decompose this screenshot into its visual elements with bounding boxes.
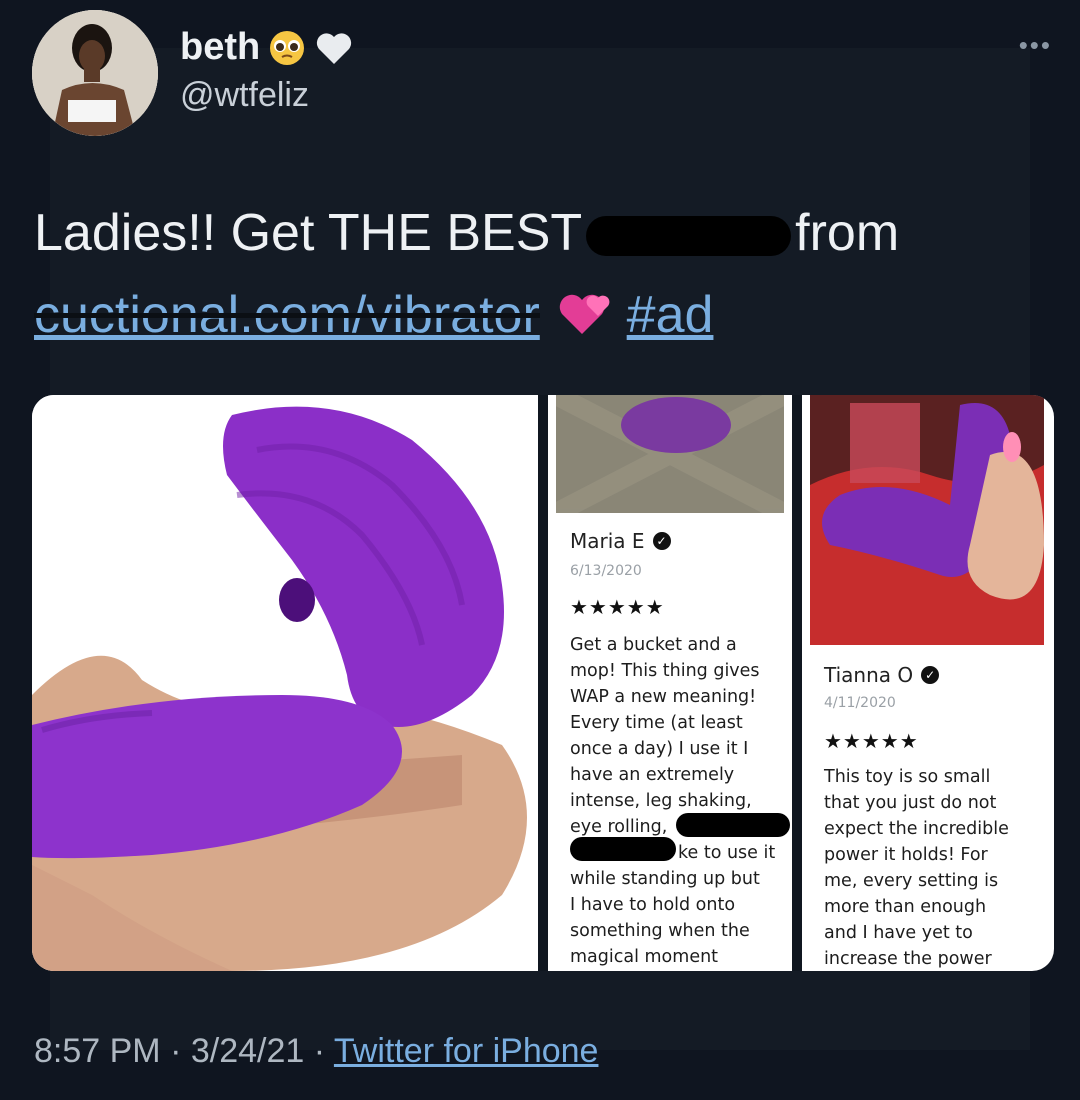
product-photo-svg bbox=[32, 395, 538, 971]
redaction-bar-review-1 bbox=[676, 813, 790, 837]
review-photo-1-svg bbox=[551, 395, 789, 522]
tweet-text-after-redaction: from bbox=[795, 204, 900, 262]
product-photo bbox=[32, 395, 538, 971]
review-1-line-2: mop! This thing gives bbox=[570, 661, 760, 681]
frame-border-top bbox=[0, 0, 1080, 48]
display-name[interactable]: beth bbox=[180, 26, 354, 69]
tweet-timestamp[interactable]: 8:57 PM · 3/24/21 bbox=[34, 1032, 304, 1070]
tweet-text: Ladies!! Get THE BEST from cuctional.com/… bbox=[34, 192, 1034, 356]
display-name-text: beth bbox=[180, 26, 261, 68]
review-photo-2-svg bbox=[810, 395, 1044, 645]
review-2-line-8: increase the power bbox=[824, 949, 992, 969]
review-text-1: Get a bucket and a mop! This thing gives… bbox=[570, 632, 785, 970]
review-1-line-10: while standing up but bbox=[570, 869, 760, 889]
review-date-2: 4/11/2020 bbox=[824, 695, 896, 711]
review-1-line-11: I have to hold onto bbox=[570, 895, 736, 915]
redaction-bar bbox=[586, 216, 792, 257]
tweet-text-start: Ladies!! Get THE BEST bbox=[34, 204, 583, 262]
pleading-face-emoji bbox=[270, 30, 305, 65]
two-hearts-emoji bbox=[560, 294, 610, 334]
tweet-media[interactable]: Maria E ✓ 6/13/2020 ★★★★★ Get a bucket a… bbox=[32, 395, 1054, 971]
avatar[interactable] bbox=[32, 10, 158, 136]
review-2-line-7: and I have yet to bbox=[824, 923, 973, 943]
review-2-line-5: me, every setting is bbox=[824, 871, 999, 891]
avatar-photo bbox=[32, 10, 158, 136]
footer-separator: · bbox=[313, 1032, 326, 1070]
reviewer-name-2-text: Tianna O bbox=[824, 663, 914, 687]
reviewer-name-1: Maria E ✓ bbox=[570, 529, 671, 553]
review-1-line-1: Get a bucket and a bbox=[570, 635, 737, 655]
review-card-2: Tianna O ✓ 4/11/2020 ★★★★★ This toy is s… bbox=[802, 395, 1054, 971]
review-2-line-4: power it holds! For bbox=[824, 845, 988, 865]
review-text-2: This toy is so small that you just do no… bbox=[824, 764, 1050, 971]
review-2-line-1: This toy is so small bbox=[824, 767, 991, 787]
verified-check-icon: ✓ bbox=[921, 666, 940, 684]
more-options-icon[interactable]: ••• bbox=[1019, 30, 1052, 61]
review-card-1: Maria E ✓ 6/13/2020 ★★★★★ Get a bucket a… bbox=[548, 395, 792, 971]
review-2-line-6: more than enough bbox=[824, 897, 987, 917]
star-rating-2: ★★★★★ bbox=[824, 731, 919, 753]
review-2-line-2: that you just do not bbox=[824, 793, 997, 813]
review-1-line-3: WAP a new meaning! bbox=[570, 687, 757, 707]
review-photo-1 bbox=[551, 395, 789, 522]
white-heart-emoji bbox=[317, 32, 352, 64]
reviewer-name-2: Tianna O ✓ bbox=[824, 663, 940, 687]
reviewer-name-1-text: Maria E bbox=[570, 529, 645, 553]
tweet-footer: 8:57 PM · 3/24/21 · Twitter for iPhone bbox=[34, 1032, 598, 1071]
review-1-line-7: intense, leg shaking, bbox=[570, 791, 752, 811]
verified-check-icon: ✓ bbox=[652, 532, 671, 550]
review-1-line-6: have an extremely bbox=[570, 765, 735, 785]
review-date-1: 6/13/2020 bbox=[570, 563, 642, 579]
review-1-line-4: Every time (at least bbox=[570, 713, 743, 733]
tweet-source[interactable]: Twitter for iPhone bbox=[334, 1032, 599, 1070]
hashtag-ad[interactable]: #ad bbox=[627, 286, 714, 344]
redaction-bar-review-2 bbox=[570, 837, 676, 861]
product-link[interactable]: cuctional.com/vibrator bbox=[34, 274, 540, 356]
review-photo-2 bbox=[810, 395, 1044, 645]
handle[interactable]: @wtfeliz bbox=[180, 76, 309, 115]
review-1-line-12: something when the bbox=[570, 921, 750, 941]
star-rating-1: ★★★★★ bbox=[570, 597, 665, 619]
review-1-line-13: magical moment bbox=[570, 947, 719, 967]
review-2-line-3: expect the incredible bbox=[824, 819, 1009, 839]
review-1-line-5: once a day) I use it I bbox=[570, 739, 749, 759]
